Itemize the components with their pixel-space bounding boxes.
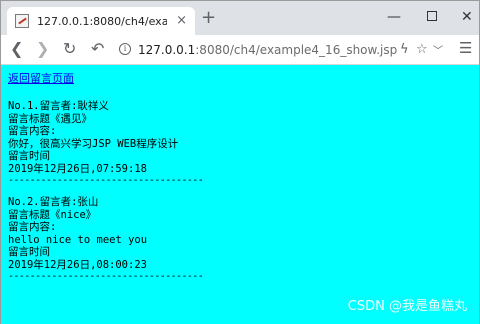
new-tab-button[interactable]: + [201, 8, 216, 28]
maximize-icon[interactable] [427, 9, 437, 25]
message-title: 留言标题《nice》 [8, 208, 97, 221]
message-header: No.1.留言者:耿祥义 [8, 100, 109, 112]
message-header: No.2.留言者:张山 [8, 196, 99, 208]
watermark: CSDN @我是鱼糕丸 [347, 299, 467, 314]
tab-bar: 127.0.0.1:8080/ch4/example4 × + — ✕ [1, 1, 479, 35]
message-separator: ------------------------------------ [8, 271, 204, 282]
close-window-icon[interactable]: ✕ [461, 9, 473, 25]
browser-tab[interactable]: 127.0.0.1:8080/ch4/example4 × [7, 7, 195, 35]
message-time: 2019年12月26日,07:59:18 [8, 162, 147, 175]
url-path: :8080/ch4/example4_16_show.jsp [195, 43, 398, 57]
message-entry-2: No.2.留言者:张山 留言标题《nice》 留言内容: hello nice … [8, 196, 479, 283]
menu-icon[interactable]: ☰ [459, 40, 472, 56]
minimize-icon[interactable]: — [387, 9, 401, 25]
address-toolbar: ❮ ❯ ↻ ↶ i 127.0.0.1:8080/ch4/example4_16… [1, 35, 479, 65]
message-time-label: 留言时间 [8, 150, 50, 162]
star-icon[interactable]: ☆ [416, 42, 428, 58]
message-entry-1: No.1.留言者:耿祥义 留言标题《遇见》 留言内容: 你好，很高兴学习JSP … [8, 100, 479, 187]
message-time-label: 留言时间 [8, 246, 50, 258]
page-content: 返回留言页面 No.1.留言者:耿祥义 留言标题《遇见》 留言内容: 你好，很高… [1, 65, 479, 324]
lightning-icon[interactable]: ϟ [400, 42, 409, 58]
tab-close-icon[interactable]: × [176, 13, 187, 29]
message-content-label: 留言内容: [8, 125, 57, 137]
back-to-message-page-link[interactable]: 返回留言页面 [8, 72, 74, 86]
message-content: hello nice to meet you [8, 233, 148, 246]
message-separator: ------------------------------------ [8, 175, 204, 186]
message-time: 2019年12月26日,08:00:23 [8, 258, 147, 271]
address-bar[interactable]: 127.0.0.1:8080/ch4/example4_16_show.jsp [138, 42, 397, 58]
url-host: 127.0.0.1 [138, 43, 196, 57]
undo-icon[interactable]: ↶ [91, 40, 104, 58]
browser-window: 127.0.0.1:8080/ch4/example4 × + — ✕ ❮ ❯ … [0, 0, 480, 324]
tab-title: 127.0.0.1:8080/ch4/example4 [37, 14, 167, 28]
site-info-icon[interactable]: i [119, 43, 131, 55]
back-icon[interactable]: ❮ [10, 40, 23, 58]
message-content: 你好，很高兴学习JSP WEB程序设计 [8, 137, 179, 150]
chevron-down-icon[interactable]: ﹀ [433, 44, 443, 60]
reload-icon[interactable]: ↻ [63, 40, 76, 58]
message-title: 留言标题《遇见》 [8, 112, 92, 125]
forward-icon[interactable]: ❯ [36, 40, 49, 58]
favicon-icon [15, 14, 29, 28]
message-content-label: 留言内容: [8, 221, 57, 233]
